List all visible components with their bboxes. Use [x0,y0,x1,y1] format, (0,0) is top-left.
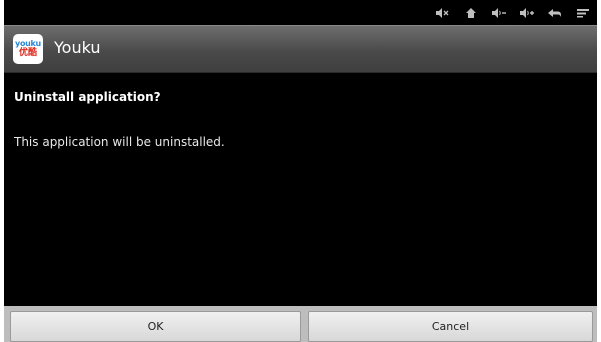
ok-button[interactable]: OK [10,311,301,342]
volume-up-icon[interactable] [513,0,541,25]
app-title: Youku [54,38,101,57]
dialog-message: This application will be uninstalled. [14,135,225,149]
dialog-screen: youku 优酷 Youku Uninstall application? Th… [4,0,597,342]
youku-logo-icon: youku 优酷 [13,34,43,64]
dialog-content: Uninstall application? This application … [4,73,597,306]
home-icon[interactable] [457,0,485,25]
status-bar [4,0,597,25]
volume-down-icon[interactable] [485,0,513,25]
logo-text-bottom: 优酷 [18,48,37,58]
cancel-button[interactable]: Cancel [308,311,593,342]
dialog-title: Uninstall application? [14,90,161,104]
system-icons [429,0,597,25]
volume-mute-icon[interactable] [429,0,457,25]
back-icon[interactable] [541,0,569,25]
logo-text-top: youku [15,39,41,48]
menu-icon[interactable] [569,0,597,25]
dialog-button-bar: OK Cancel [4,306,597,342]
app-title-bar: youku 优酷 Youku [4,25,597,73]
